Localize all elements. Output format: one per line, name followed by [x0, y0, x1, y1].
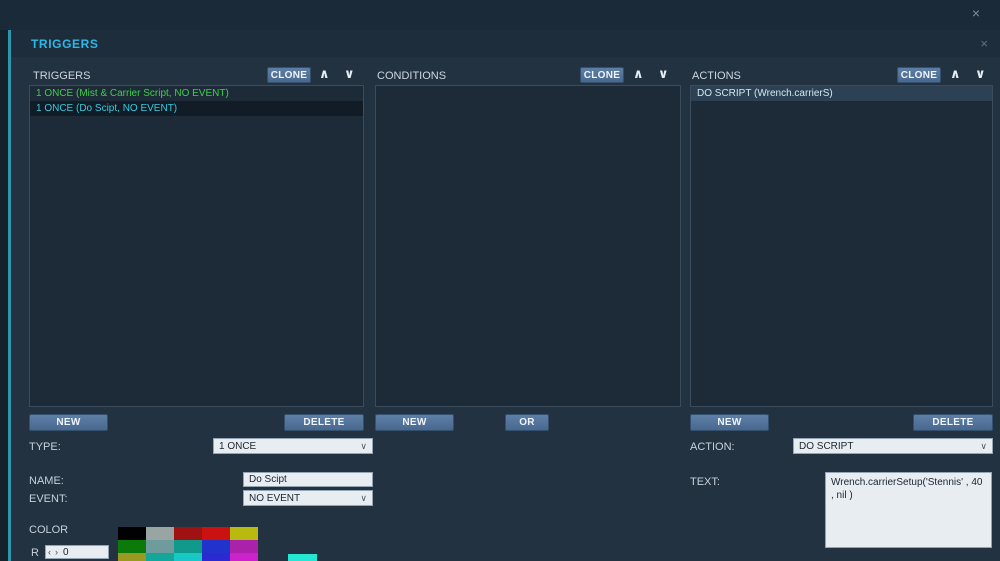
color-swatch[interactable]	[230, 553, 258, 561]
action-list-item[interactable]: DO SCRIPT (Wrench.carrierS)	[691, 86, 992, 101]
panel-header: TRIGGERS ×	[11, 30, 1000, 57]
chevron-down-icon: ∨	[980, 440, 987, 451]
action-select-value: DO SCRIPT	[799, 440, 854, 452]
triggers-panel: TRIGGERS × TRIGGERS CONDITIONS ACTIONS C…	[8, 30, 1000, 561]
triggers-move-down-icon[interactable]: ∨	[344, 66, 355, 82]
action-delete-button[interactable]: DELETE	[913, 414, 993, 431]
name-label: NAME:	[29, 475, 64, 487]
stepper-decrement-icon[interactable]: ‹	[46, 547, 53, 557]
triggers-list[interactable]: 1 ONCE (Mist & Carrier Script, NO EVENT)…	[29, 85, 364, 407]
conditions-column-header: CONDITIONS	[377, 70, 447, 82]
color-swatch[interactable]	[174, 540, 202, 553]
color-swatch[interactable]	[230, 527, 258, 540]
window-close-icon[interactable]: ×	[972, 6, 980, 20]
trigger-new-button[interactable]: NEW	[29, 414, 108, 431]
action-select[interactable]: DO SCRIPT ∨	[793, 438, 993, 454]
red-channel-value: 0	[63, 546, 69, 558]
conditions-list[interactable]	[375, 85, 681, 407]
trigger-list-item[interactable]: 1 ONCE (Mist & Carrier Script, NO EVENT)	[30, 86, 363, 101]
window-titlebar: ×	[0, 0, 1000, 30]
conditions-clone-button[interactable]: CLONE	[580, 67, 624, 83]
type-label: TYPE:	[29, 441, 61, 453]
color-swatch[interactable]	[118, 553, 146, 561]
conditions-move-up-icon[interactable]: ∧	[633, 66, 644, 82]
action-label: ACTION:	[690, 441, 735, 453]
panel-close-icon[interactable]: ×	[980, 36, 988, 51]
selected-color-preview	[288, 554, 317, 561]
color-swatch[interactable]	[202, 540, 230, 553]
triggers-column-header: TRIGGERS	[33, 70, 91, 82]
color-swatch[interactable]	[202, 553, 230, 561]
text-label: TEXT:	[690, 476, 720, 488]
color-swatch[interactable]	[174, 527, 202, 540]
trigger-list-item[interactable]: 1 ONCE (Do Scipt, NO EVENT)	[30, 101, 363, 116]
color-label: COLOR	[29, 524, 69, 536]
condition-new-button[interactable]: NEW	[375, 414, 454, 431]
trigger-delete-button[interactable]: DELETE	[284, 414, 364, 431]
actions-move-down-icon[interactable]: ∨	[975, 66, 986, 82]
screen: × TRIGGERS × TRIGGERS CONDITIONS ACTIONS…	[0, 0, 1000, 561]
event-select-value: NO EVENT	[249, 492, 301, 504]
color-swatch[interactable]	[146, 540, 174, 553]
triggers-clone-button[interactable]: CLONE	[267, 67, 311, 83]
color-swatch[interactable]	[146, 527, 174, 540]
color-swatch[interactable]	[146, 553, 174, 561]
type-select-value: 1 ONCE	[219, 440, 257, 452]
panel-title: TRIGGERS	[31, 37, 99, 51]
color-swatch[interactable]	[202, 527, 230, 540]
color-swatch[interactable]	[230, 540, 258, 553]
action-new-button[interactable]: NEW	[690, 414, 769, 431]
script-text-area[interactable]: Wrench.carrierSetup('Stennis' , 40 , nil…	[825, 472, 992, 548]
name-input-value: Do Scipt	[249, 474, 287, 485]
color-swatch[interactable]	[118, 540, 146, 553]
red-channel-label: R	[31, 547, 39, 559]
actions-move-up-icon[interactable]: ∧	[950, 66, 961, 82]
type-select[interactable]: 1 ONCE ∨	[213, 438, 373, 454]
color-swatch[interactable]	[118, 527, 146, 540]
event-label: EVENT:	[29, 493, 68, 505]
red-channel-stepper[interactable]: ‹ › 0	[45, 545, 109, 559]
actions-list[interactable]: DO SCRIPT (Wrench.carrierS)	[690, 85, 993, 407]
conditions-move-down-icon[interactable]: ∨	[658, 66, 669, 82]
chevron-down-icon: ∨	[360, 440, 367, 451]
color-swatch[interactable]	[174, 553, 202, 561]
triggers-move-up-icon[interactable]: ∧	[319, 66, 330, 82]
condition-or-button[interactable]: OR	[505, 414, 549, 431]
color-palette	[118, 527, 258, 561]
stepper-increment-icon[interactable]: ›	[53, 547, 60, 557]
actions-clone-button[interactable]: CLONE	[897, 67, 941, 83]
name-input[interactable]: Do Scipt	[243, 472, 373, 487]
event-select[interactable]: NO EVENT ∨	[243, 490, 373, 506]
actions-column-header: ACTIONS	[692, 70, 741, 82]
chevron-down-icon: ∨	[360, 492, 367, 503]
